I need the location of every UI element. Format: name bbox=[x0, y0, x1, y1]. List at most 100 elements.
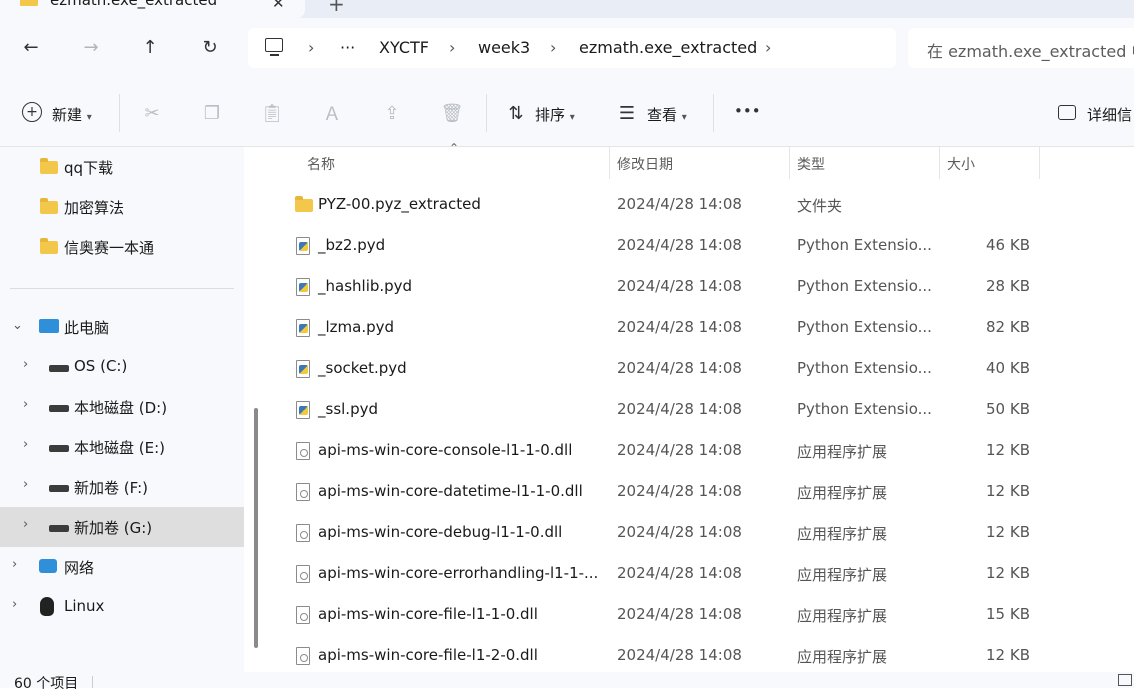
sidebar-item-label: 网络 bbox=[64, 559, 95, 577]
breadcrumb-separator[interactable]: › bbox=[308, 38, 314, 57]
back-button[interactable]: ← bbox=[19, 35, 43, 59]
search-placeholder: 在 ezmath.exe_extracted 中 bbox=[927, 42, 1134, 61]
file-type: 应用程序扩展 bbox=[797, 443, 888, 461]
sidebar-item-network[interactable]: › 网络 bbox=[0, 547, 244, 587]
sidebar-item-drive-f[interactable]: › 新加卷 (F:) bbox=[0, 467, 244, 507]
file-name: _socket.pyd bbox=[318, 359, 407, 377]
dll-file-icon bbox=[296, 483, 310, 501]
refresh-button[interactable]: ↻ bbox=[198, 35, 222, 59]
more-options-button[interactable]: ••• bbox=[734, 102, 761, 120]
breadcrumb-xyctf[interactable]: XYCTF bbox=[379, 38, 429, 57]
python-file-icon bbox=[296, 319, 310, 337]
file-name: _bz2.pyd bbox=[318, 236, 386, 254]
sidebar-item-olympiad[interactable]: 信奥赛一本通 bbox=[0, 227, 244, 267]
file-size: 40 KB bbox=[986, 359, 1030, 377]
chevron-right-icon[interactable]: › bbox=[23, 397, 28, 412]
column-divider[interactable] bbox=[609, 147, 610, 179]
copy-icon[interactable]: ❐ bbox=[201, 102, 223, 124]
chevron-right-icon[interactable]: › bbox=[23, 357, 28, 372]
sidebar-item-drive-e[interactable]: › 本地磁盘 (E:) bbox=[0, 427, 244, 467]
forward-button[interactable]: → bbox=[79, 35, 103, 59]
sidebar-item-label: 信奥赛一本通 bbox=[64, 239, 155, 257]
breadcrumb-separator[interactable]: › bbox=[449, 38, 455, 57]
sidebar-item-this-pc[interactable]: ⌄ 此电脑 bbox=[0, 307, 244, 347]
breadcrumb-separator[interactable]: › bbox=[550, 38, 556, 57]
details-pane-icon bbox=[1058, 105, 1076, 120]
cut-icon[interactable]: ✂ bbox=[141, 102, 163, 124]
computer-icon bbox=[265, 38, 283, 52]
sidebar-item-drive-c[interactable]: › OS (C:) bbox=[0, 347, 244, 387]
column-header-type[interactable]: 类型 bbox=[797, 154, 825, 174]
breadcrumb-week3[interactable]: week3 bbox=[478, 38, 530, 57]
file-size: 12 KB bbox=[986, 482, 1030, 500]
folder-icon bbox=[40, 158, 58, 174]
sidebar-item-label: 加密算法 bbox=[64, 199, 125, 217]
new-button[interactable]: 新建 ▾ bbox=[52, 104, 92, 125]
paste-icon[interactable]: 📋︎ bbox=[261, 102, 284, 124]
column-divider[interactable] bbox=[1039, 147, 1040, 179]
file-size: 15 KB bbox=[986, 605, 1030, 623]
sidebar-item-crypto[interactable]: 加密算法 bbox=[0, 187, 244, 227]
breadcrumb-more[interactable]: ··· bbox=[340, 38, 355, 57]
folder-icon bbox=[295, 196, 313, 212]
share-icon[interactable]: ⇪ bbox=[381, 102, 403, 124]
up-button[interactable]: ↑ bbox=[138, 35, 162, 59]
breadcrumb-separator[interactable]: › bbox=[765, 38, 771, 57]
delete-icon[interactable]: 🗑︎ bbox=[441, 102, 464, 124]
file-date: 2024/4/28 14:08 bbox=[617, 195, 742, 213]
chevron-right-icon[interactable]: › bbox=[23, 437, 28, 452]
sidebar-item-qq-download[interactable]: qq下载 bbox=[0, 147, 244, 187]
sidebar-item-drive-d[interactable]: › 本地磁盘 (D:) bbox=[0, 387, 244, 427]
sort-button[interactable]: 排序 ▾ bbox=[535, 104, 575, 125]
column-divider[interactable] bbox=[789, 147, 790, 179]
file-name: api-ms-win-core-errorhandling-l1-1-... bbox=[318, 564, 599, 582]
file-size: 12 KB bbox=[986, 646, 1030, 664]
dll-file-icon bbox=[296, 442, 310, 460]
rename-icon[interactable]: Ａ bbox=[321, 102, 343, 125]
chevron-right-icon[interactable]: › bbox=[12, 557, 17, 572]
chevron-right-icon[interactable]: › bbox=[12, 597, 17, 612]
file-type: 应用程序扩展 bbox=[797, 648, 888, 666]
column-header-size[interactable]: 大小 bbox=[947, 154, 975, 174]
sidebar-item-drive-g[interactable]: › 新加卷 (G:) bbox=[0, 507, 244, 547]
dll-file-icon bbox=[296, 524, 310, 542]
column-header-date[interactable]: 修改日期 bbox=[617, 154, 673, 174]
sort-icon: ⇅ bbox=[508, 102, 524, 124]
sidebar-scrollbar[interactable] bbox=[254, 408, 258, 648]
column-divider[interactable] bbox=[939, 147, 940, 179]
breadcrumb-current[interactable]: ezmath.exe_extracted bbox=[579, 38, 757, 57]
chevron-down-icon[interactable]: ⌄ bbox=[12, 318, 23, 333]
details-view-button[interactable] bbox=[1118, 674, 1132, 686]
folder-icon bbox=[40, 198, 58, 214]
sidebar-item-label: 新加卷 (G:) bbox=[74, 519, 153, 537]
sidebar-item-label: 新加卷 (F:) bbox=[74, 479, 148, 497]
file-type: 应用程序扩展 bbox=[797, 566, 888, 584]
view-button[interactable]: 查看 ▾ bbox=[647, 104, 687, 125]
file-type: Python Extensio... bbox=[797, 277, 932, 295]
file-type: Python Extensio... bbox=[797, 400, 932, 418]
item-count: 60 个项目 bbox=[14, 676, 79, 692]
new-tab-button[interactable]: + bbox=[328, 0, 345, 16]
file-type: 应用程序扩展 bbox=[797, 484, 888, 502]
file-name: PYZ-00.pyz_extracted bbox=[318, 195, 481, 213]
file-size: 12 KB bbox=[986, 523, 1030, 541]
computer-icon bbox=[39, 319, 59, 333]
status-bar bbox=[0, 672, 1134, 688]
chevron-right-icon[interactable]: › bbox=[23, 477, 28, 492]
sidebar-item-linux[interactable]: › Linux bbox=[0, 587, 244, 627]
file-date: 2024/4/28 14:08 bbox=[617, 564, 742, 582]
drive-icon bbox=[49, 525, 69, 532]
file-date: 2024/4/28 14:08 bbox=[617, 523, 742, 541]
file-date: 2024/4/28 14:08 bbox=[617, 441, 742, 459]
python-file-icon bbox=[296, 278, 310, 296]
sort-ascending-icon: ⌃ bbox=[449, 141, 460, 155]
python-file-icon bbox=[296, 237, 310, 255]
drive-icon bbox=[49, 365, 69, 372]
file-name: api-ms-win-core-file-l1-2-0.dll bbox=[318, 646, 538, 664]
column-header-name[interactable]: 名称 bbox=[307, 154, 335, 174]
view-icon: ☰ bbox=[618, 102, 636, 124]
close-icon[interactable]: ✕ bbox=[272, 0, 285, 12]
chevron-right-icon[interactable]: › bbox=[23, 517, 28, 532]
details-pane-button[interactable]: 详细信 bbox=[1087, 104, 1132, 125]
sidebar-item-label: 本地磁盘 (E:) bbox=[74, 439, 166, 457]
